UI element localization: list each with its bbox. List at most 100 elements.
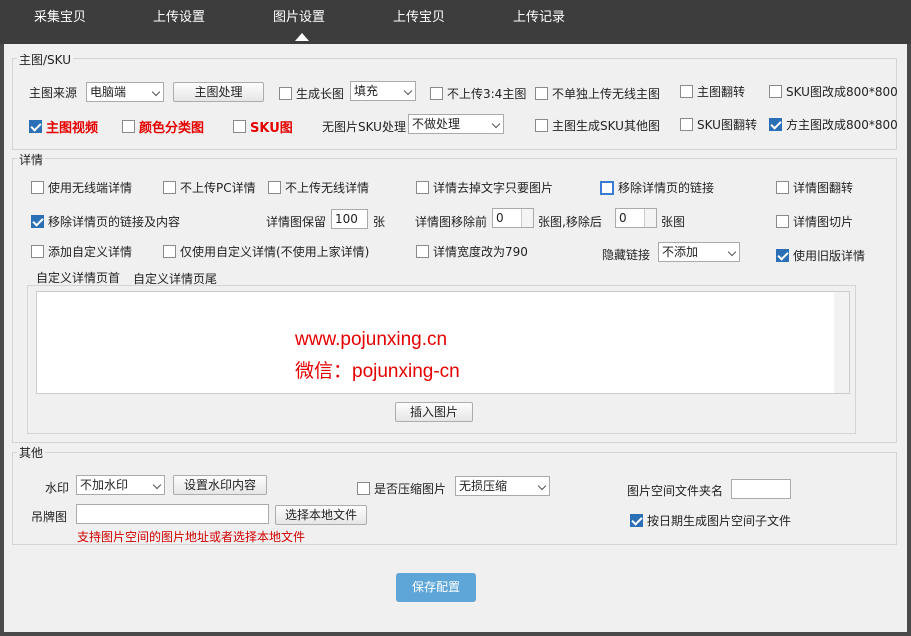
insert-image-button[interactable]: 插入图片 bbox=[395, 402, 473, 422]
hide-links-select[interactable]: 不添加 bbox=[658, 242, 740, 262]
detail-slice-label: 详情图切片 bbox=[793, 215, 854, 229]
checkbox-checked-icon bbox=[29, 120, 42, 133]
chevron-down-icon bbox=[727, 247, 737, 257]
detail-flip-label: 详情图翻转 bbox=[793, 181, 854, 195]
no-sku-select[interactable]: 不做处理 bbox=[408, 114, 504, 134]
tab-image-settings[interactable]: 图片设置 bbox=[273, 0, 325, 36]
main-image-group bbox=[12, 58, 897, 150]
date-subfolder-label: 按日期生成图片空间子文件 bbox=[647, 514, 792, 528]
use-wireless-checkbox[interactable]: 使用无线端详情 bbox=[31, 179, 132, 196]
checkbox-icon bbox=[357, 482, 370, 495]
hide-links-value: 不添加 bbox=[662, 245, 699, 259]
width-790-label: 详情宽度改为790 bbox=[433, 245, 528, 259]
checkbox-icon bbox=[416, 181, 429, 194]
sku-flip-label: SKU图翻转 bbox=[697, 118, 757, 132]
compress-select[interactable]: 无损压缩 bbox=[455, 476, 550, 496]
sku-image-label: SKU图 bbox=[250, 121, 293, 136]
date-subfolder-checkbox[interactable]: 按日期生成图片空间子文件 bbox=[630, 512, 791, 529]
tab-upload-settings[interactable]: 上传设置 bbox=[153, 0, 205, 36]
checkbox-icon bbox=[535, 87, 548, 100]
add-custom-label: 添加自定义详情 bbox=[48, 245, 133, 259]
folder-name-input[interactable] bbox=[731, 479, 791, 499]
use-old-checkbox[interactable]: 使用旧版详情 bbox=[776, 247, 865, 264]
main-video-label: 主图视频 bbox=[46, 121, 99, 136]
compress-checkbox[interactable]: 是否压缩图片 bbox=[357, 480, 446, 497]
no-separate-wireless-checkbox[interactable]: 不单独上传无线主图 bbox=[535, 85, 660, 102]
text-to-image-checkbox[interactable]: 详情去掉文字只要图片 bbox=[416, 179, 553, 196]
editor-scrollbar[interactable] bbox=[834, 292, 849, 393]
fill-select[interactable]: 填充 bbox=[350, 81, 416, 101]
width-790-checkbox[interactable]: 详情宽度改为790 bbox=[416, 243, 528, 260]
main-video-checkbox[interactable]: 主图视频 bbox=[29, 117, 98, 136]
detail-flip-checkbox[interactable]: 详情图翻转 bbox=[776, 179, 853, 196]
gen-sku-other-label: 主图生成SKU其他图 bbox=[552, 119, 660, 133]
compress-value: 无损压缩 bbox=[459, 479, 508, 493]
tab-collect[interactable]: 采集宝贝 bbox=[34, 0, 86, 36]
details-legend: 详情 bbox=[17, 151, 46, 168]
sku-800-label: SKU图改成800*800 bbox=[786, 85, 898, 99]
no-wireless-label: 不上传无线详情 bbox=[285, 181, 370, 195]
tab-custom-footer[interactable]: 自定义详情页尾 bbox=[133, 270, 217, 287]
checkbox-icon bbox=[416, 245, 429, 258]
checkbox-icon bbox=[769, 85, 782, 98]
no-sku-value: 不做处理 bbox=[412, 117, 461, 131]
remove-back-stepper[interactable]: 0 bbox=[615, 208, 657, 228]
remove-front-value: 0 bbox=[496, 211, 504, 225]
keep-unit: 张 bbox=[373, 215, 386, 229]
flip-main-checkbox[interactable]: 主图翻转 bbox=[680, 83, 745, 100]
fill-value: 填充 bbox=[354, 84, 379, 98]
source-select[interactable]: 电脑端 bbox=[86, 82, 164, 102]
remove-links-label: 移除详情页的链接 bbox=[618, 181, 715, 195]
square-800-checkbox[interactable]: 方主图改成800*800 bbox=[769, 116, 898, 133]
folder-label: 图片空间文件夹名 bbox=[627, 484, 724, 498]
gen-sku-other-checkbox[interactable]: 主图生成SKU其他图 bbox=[535, 117, 660, 134]
sku-flip-checkbox[interactable]: SKU图翻转 bbox=[680, 116, 757, 133]
watermark-value: 不加水印 bbox=[80, 478, 129, 492]
tab-custom-header[interactable]: 自定义详情页首 bbox=[36, 269, 120, 286]
detail-slice-checkbox[interactable]: 详情图切片 bbox=[776, 213, 853, 230]
checkbox-icon bbox=[680, 85, 693, 98]
choose-local-button[interactable]: 选择本地文件 bbox=[275, 505, 367, 525]
no-upload-34-checkbox[interactable]: 不上传3:4主图 bbox=[430, 85, 526, 102]
settings-panel: 主图/SKU 主图来源 电脑端 主图处理 生成长图 填充 不上传3:4主图 不单… bbox=[4, 44, 907, 632]
color-category-label: 颜色分类图 bbox=[139, 121, 205, 136]
checkbox-icon bbox=[163, 245, 176, 258]
checkbox-icon bbox=[680, 118, 693, 131]
flip-main-label: 主图翻转 bbox=[697, 85, 746, 99]
tab-upload-items[interactable]: 上传宝贝 bbox=[393, 0, 445, 36]
remove-links-checkbox[interactable]: 移除详情页的链接 bbox=[600, 179, 714, 196]
add-custom-checkbox[interactable]: 添加自定义详情 bbox=[31, 243, 132, 260]
color-category-checkbox[interactable]: 颜色分类图 bbox=[122, 117, 204, 136]
remove-links-content-checkbox[interactable]: 移除详情页的链接及内容 bbox=[31, 213, 180, 230]
hangtag-hint: 支持图片空间的图片地址或者选择本地文件 bbox=[77, 530, 306, 544]
watermark-label: 水印 bbox=[45, 481, 70, 495]
remove-back-label: 张图,移除后 bbox=[538, 215, 602, 229]
compress-label: 是否压缩图片 bbox=[374, 482, 447, 496]
hangtag-input[interactable] bbox=[76, 504, 269, 524]
checkbox-checked-icon bbox=[769, 118, 782, 131]
save-config-button[interactable]: 保存配置 bbox=[396, 573, 476, 602]
top-navigation: 采集宝贝 上传设置 图片设置 上传宝贝 上传记录 bbox=[0, 0, 911, 44]
set-watermark-button[interactable]: 设置水印内容 bbox=[173, 475, 267, 495]
keep-count-input[interactable]: 100 bbox=[331, 209, 368, 229]
stepper-down-icon[interactable] bbox=[644, 218, 656, 227]
watermark-select[interactable]: 不加水印 bbox=[76, 475, 165, 495]
stepper-down-icon[interactable] bbox=[521, 218, 533, 227]
only-custom-checkbox[interactable]: 仅使用自定义详情(不使用上家详情) bbox=[163, 243, 369, 260]
remove-front-stepper[interactable]: 0 bbox=[492, 208, 534, 228]
gen-long-checkbox[interactable]: 生成长图 bbox=[279, 85, 344, 102]
chevron-down-icon bbox=[491, 119, 501, 129]
text-to-image-label: 详情去掉文字只要图片 bbox=[433, 181, 554, 195]
sku-800-checkbox[interactable]: SKU图改成800*800 bbox=[769, 83, 898, 100]
no-wireless-checkbox[interactable]: 不上传无线详情 bbox=[268, 179, 369, 196]
stepper-up-icon[interactable] bbox=[644, 209, 656, 218]
stepper-up-icon[interactable] bbox=[521, 209, 533, 218]
only-custom-label: 仅使用自定义详情(不使用上家详情) bbox=[180, 245, 370, 259]
no-separate-wireless-label: 不单独上传无线主图 bbox=[552, 87, 661, 101]
chevron-down-icon bbox=[403, 86, 413, 96]
main-process-button[interactable]: 主图处理 bbox=[173, 82, 264, 102]
tab-upload-records[interactable]: 上传记录 bbox=[513, 0, 565, 36]
sku-image-checkbox[interactable]: SKU图 bbox=[233, 117, 293, 136]
no-pc-checkbox[interactable]: 不上传PC详情 bbox=[163, 179, 256, 196]
checkbox-icon bbox=[233, 120, 246, 133]
